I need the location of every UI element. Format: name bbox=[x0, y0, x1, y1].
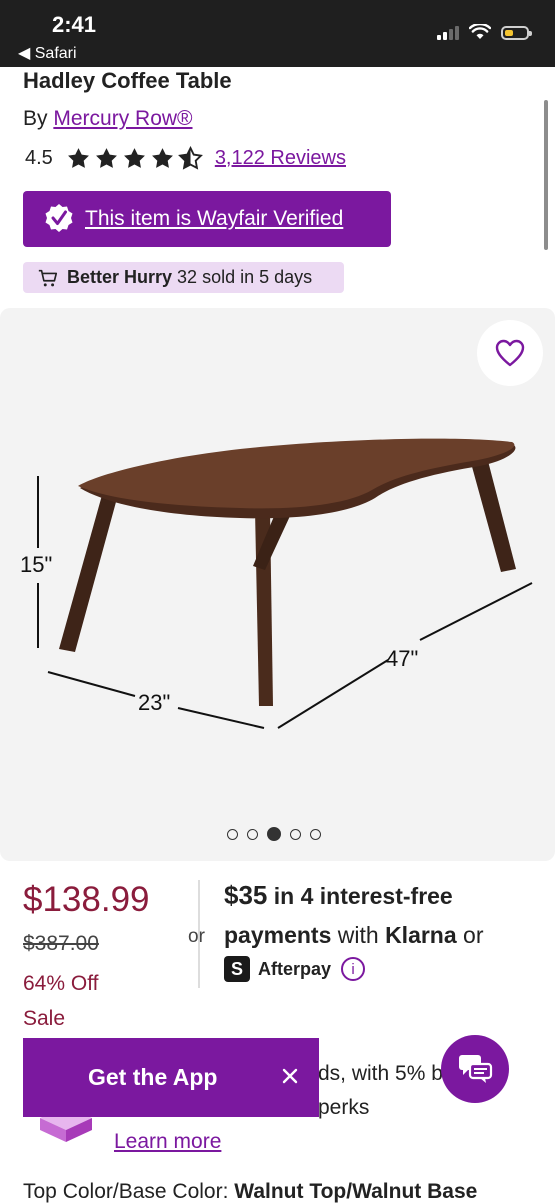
status-bar: 2:41 ◀ Safari bbox=[0, 0, 555, 67]
rating-value: 4.5 bbox=[25, 147, 53, 169]
gallery-dot-active[interactable] bbox=[267, 827, 281, 841]
gallery-dot[interactable] bbox=[310, 828, 321, 840]
learn-more-link[interactable]: Learn more bbox=[114, 1130, 221, 1154]
battery-icon bbox=[501, 26, 532, 40]
star-full-icon bbox=[151, 148, 173, 168]
by-prefix: By bbox=[23, 107, 48, 130]
discount-percent: 64% Off bbox=[23, 972, 99, 995]
close-icon[interactable] bbox=[279, 1065, 301, 1087]
klarna-payments: payments bbox=[224, 922, 332, 948]
star-half-icon bbox=[177, 146, 203, 170]
wayfair-verified-button[interactable]: This item is Wayfair Verified bbox=[23, 191, 391, 247]
gallery-dot[interactable] bbox=[247, 828, 258, 840]
klarna-with: with bbox=[337, 922, 379, 948]
klarna-line-1: $35 in 4 interest-free bbox=[224, 880, 453, 911]
get-the-app-label: Get the App bbox=[88, 1064, 218, 1090]
afterpay-label: Afterpay bbox=[258, 958, 332, 979]
scrollbar[interactable] bbox=[544, 100, 548, 250]
better-hurry-badge: Better Hurry 32 sold in 5 days bbox=[23, 262, 344, 293]
back-to-safari[interactable]: ◀ Safari bbox=[18, 43, 77, 63]
status-icons bbox=[437, 24, 532, 40]
info-icon[interactable]: i bbox=[341, 957, 366, 981]
or-label: or bbox=[188, 926, 205, 947]
brand-link[interactable]: Mercury Row® bbox=[53, 107, 192, 130]
verified-badge-icon bbox=[45, 204, 73, 232]
gallery-dot[interactable] bbox=[290, 828, 301, 840]
hurry-text: 32 sold in 5 days bbox=[177, 267, 313, 287]
verified-label: This item is Wayfair Verified bbox=[85, 207, 344, 230]
afterpay-row: S Afterpay i bbox=[224, 956, 366, 982]
get-the-app-banner[interactable]: Get the App bbox=[23, 1038, 319, 1117]
klarna-or: or bbox=[463, 922, 484, 948]
chat-bubbles-icon bbox=[459, 1055, 493, 1083]
chat-button[interactable] bbox=[441, 1035, 509, 1103]
klarna-line-2: payments with Klarna or bbox=[224, 922, 484, 949]
klarna-brand: Klarna bbox=[385, 922, 457, 948]
product-title: Hadley Coffee Table bbox=[23, 68, 232, 93]
dimension-height-label: 15" bbox=[20, 552, 53, 577]
klarna-terms: in 4 interest-free bbox=[273, 883, 453, 909]
star-full-icon bbox=[123, 148, 145, 168]
status-time: 2:41 bbox=[52, 12, 97, 37]
rating-row: 4.5 3,122 Reviews bbox=[25, 146, 346, 171]
dimension-width-label: 47" bbox=[386, 646, 419, 671]
afterpay-logo-icon: S bbox=[224, 956, 250, 982]
coffee-table-image bbox=[37, 438, 533, 729]
card-promo-line-1: ds, with 5% b bbox=[318, 1062, 443, 1085]
klarna-amount: $35 bbox=[224, 880, 268, 910]
dimension-depth-label: 23" bbox=[138, 690, 171, 715]
sale-label: Sale bbox=[23, 1007, 66, 1030]
star-full-icon bbox=[67, 148, 89, 168]
gallery-dot[interactable] bbox=[227, 828, 238, 840]
original-price: $387.00 bbox=[23, 932, 99, 955]
cellular-signal-icon bbox=[437, 24, 459, 40]
current-price: $138.99 bbox=[23, 880, 150, 919]
gallery-pagination bbox=[227, 827, 321, 841]
byline: By Mercury Row® bbox=[23, 107, 193, 131]
color-option-row[interactable]: Top Color/Base Color: Walnut Top/Walnut … bbox=[23, 1180, 477, 1204]
card-promo-line-2: perks bbox=[318, 1096, 370, 1119]
star-full-icon bbox=[95, 148, 117, 168]
cart-icon bbox=[38, 269, 58, 286]
hurry-bold: Better Hurry bbox=[67, 267, 173, 287]
product-image-gallery[interactable]: 15" 23" 47" bbox=[0, 308, 555, 861]
star-rating bbox=[66, 146, 203, 171]
reviews-link[interactable]: 3,122 Reviews bbox=[215, 147, 346, 170]
wifi-icon bbox=[469, 24, 491, 39]
